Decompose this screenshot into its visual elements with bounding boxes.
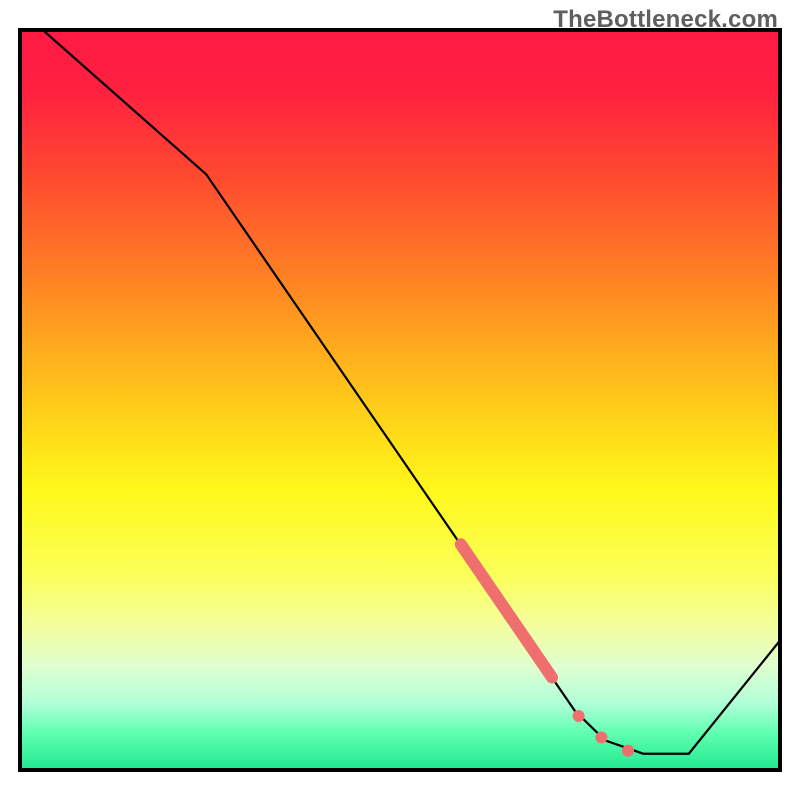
bottleneck-chart	[0, 0, 800, 800]
highlight-dot	[622, 745, 634, 757]
highlight-dot	[573, 710, 585, 722]
chart-container: TheBottleneck.com	[0, 0, 800, 800]
highlight-dot	[595, 731, 607, 743]
gradient-background	[20, 30, 780, 770]
watermark-text: TheBottleneck.com	[553, 6, 778, 34]
plot-area	[20, 30, 780, 770]
